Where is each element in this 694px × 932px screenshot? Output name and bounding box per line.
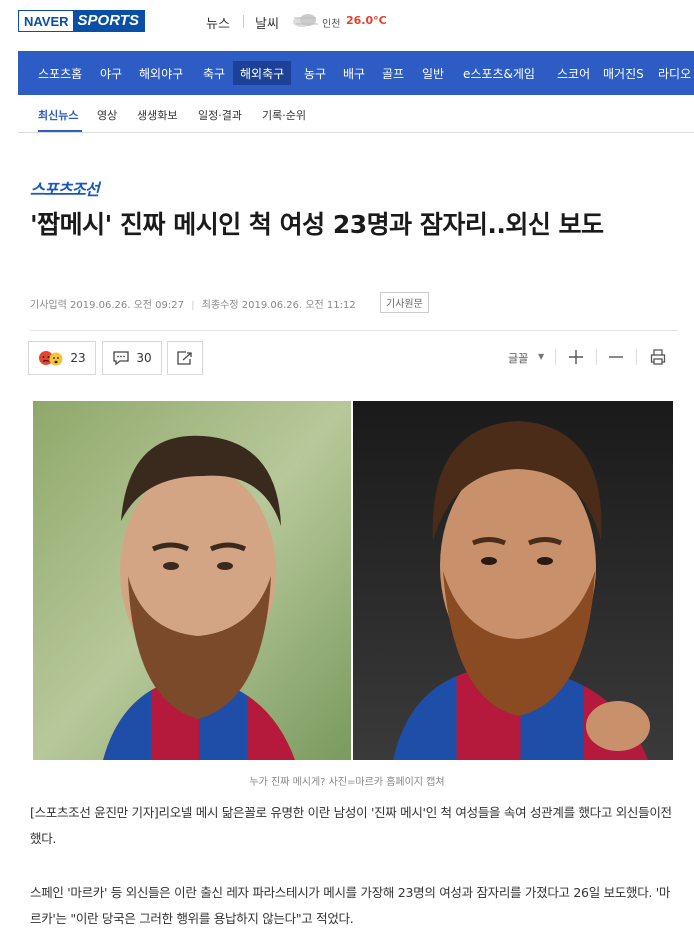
nav-overseas-baseball[interactable]: 해외야구 bbox=[139, 65, 183, 82]
share-button[interactable] bbox=[167, 341, 203, 375]
divider bbox=[555, 349, 556, 365]
main-nav: 스포츠홈 야구 해외야구 축구 해외축구 농구 배구 골프 일반 e스포츠&게임… bbox=[18, 51, 694, 95]
weather-temp: 26.0°C bbox=[346, 14, 387, 27]
angry-face-icon bbox=[39, 351, 63, 366]
nav-overseas-soccer[interactable]: 해외축구 bbox=[240, 65, 284, 82]
nav-volleyball[interactable]: 배구 bbox=[343, 65, 365, 82]
subnav-photos[interactable]: 생생화보 bbox=[137, 107, 177, 123]
weather-city: 인천 bbox=[322, 19, 341, 30]
naver-logo-text: NAVER bbox=[19, 11, 73, 31]
divider bbox=[596, 349, 597, 365]
subnav-records-rankings[interactable]: 기록·순위 bbox=[262, 107, 306, 123]
date-separator: | bbox=[191, 300, 195, 311]
header-divider bbox=[30, 330, 678, 331]
nav-general[interactable]: 일반 bbox=[422, 65, 444, 82]
top-bar: NAVER SPORTS 뉴스 날씨 인천 26.0°C bbox=[0, 0, 694, 44]
reaction-button[interactable]: 23 bbox=[28, 341, 96, 375]
nav-radio[interactable]: 라디오 bbox=[658, 65, 691, 82]
cloud-icon bbox=[293, 14, 318, 27]
subnav-latest-news[interactable]: 최신뉴스 bbox=[38, 107, 78, 123]
comment-button[interactable]: 30 bbox=[102, 341, 162, 375]
nav-baseball[interactable]: 야구 bbox=[100, 65, 122, 82]
sub-nav: 최신뉴스 영상 생생화보 일정·결과 기록·순위 bbox=[18, 95, 694, 133]
plus-icon[interactable] bbox=[568, 349, 584, 365]
top-link-news[interactable]: 뉴스 bbox=[206, 13, 230, 32]
divider bbox=[243, 15, 244, 28]
nav-golf[interactable]: 골프 bbox=[382, 65, 404, 82]
press-logo[interactable]: 스포츠조선 bbox=[30, 176, 100, 200]
subnav-active-indicator bbox=[38, 130, 82, 132]
share-icon bbox=[177, 351, 192, 365]
naver-sports-logo[interactable]: NAVER SPORTS bbox=[18, 10, 145, 32]
input-date: 기사입력 2019.06.26. 오전 09:27 bbox=[30, 300, 184, 311]
minus-icon[interactable] bbox=[608, 349, 624, 365]
font-size-label[interactable]: 글꼴 bbox=[508, 350, 528, 366]
reaction-count: 23 bbox=[70, 351, 86, 365]
divider bbox=[636, 349, 637, 365]
article-photo bbox=[33, 401, 673, 760]
comment-count: 30 bbox=[136, 351, 152, 365]
article-headline: '짭메시' 진짜 메시인 척 여성 23명과 잠자리..외신 보도 bbox=[30, 210, 604, 239]
nav-soccer[interactable]: 축구 bbox=[203, 65, 225, 82]
article-paragraph: [스포츠조선 윤진만 기자]리오넬 메시 닮은꼴로 유명한 이란 남성이 '진짜… bbox=[30, 805, 672, 846]
nav-esports[interactable]: e스포츠&게임 bbox=[463, 65, 535, 82]
article-paragraph: 스페인 '마르카' 등 외신들은 이란 출신 레자 파라스테시가 메시를 가장해… bbox=[30, 885, 671, 926]
nav-score[interactable]: 스코어 bbox=[557, 65, 590, 82]
original-article-button[interactable]: 기사원문 bbox=[380, 292, 429, 313]
photo-caption: 누가 진짜 메시게? 사진=마르카 홈페이지 캡쳐 bbox=[249, 777, 445, 788]
subnav-video[interactable]: 영상 bbox=[97, 107, 117, 123]
subnav-schedule-results[interactable]: 일정·결과 bbox=[198, 107, 242, 123]
chevron-down-icon[interactable]: ▼ bbox=[538, 352, 544, 361]
comment-icon bbox=[113, 351, 130, 366]
top-link-weather[interactable]: 날씨 bbox=[255, 13, 279, 32]
article-dates: 기사입력 2019.06.26. 오전 09:27 | 최종수정 2019.06… bbox=[30, 296, 360, 311]
nav-sports-home[interactable]: 스포츠홈 bbox=[38, 65, 82, 82]
nav-basketball[interactable]: 농구 bbox=[304, 65, 326, 82]
sports-logo-text: SPORTS bbox=[72, 11, 144, 31]
print-icon[interactable] bbox=[650, 348, 666, 366]
photo-comparison-image bbox=[33, 401, 673, 760]
modified-date: 최종수정 2019.06.26. 오전 11:12 bbox=[201, 300, 356, 311]
nav-magazine[interactable]: 매거진S bbox=[603, 65, 644, 82]
